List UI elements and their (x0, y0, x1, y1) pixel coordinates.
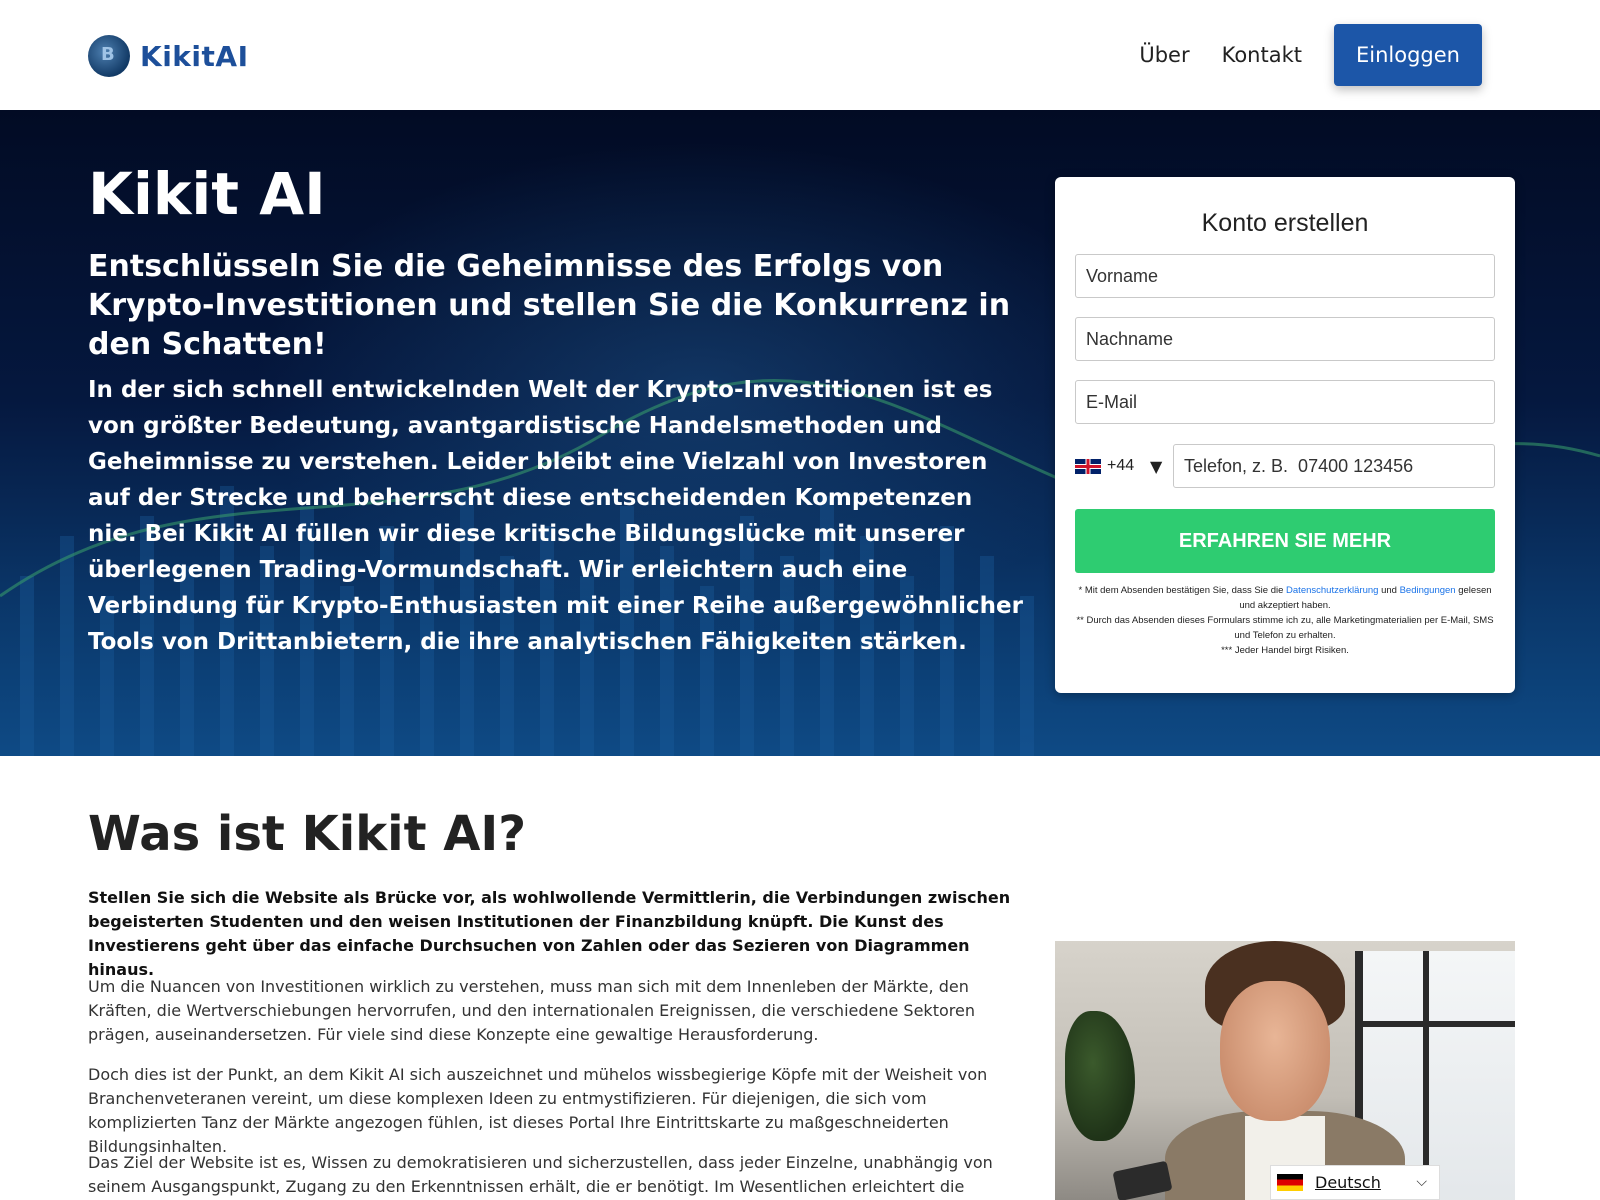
bitcoin-logo-icon (88, 35, 130, 77)
man-with-phone-photo (1055, 941, 1515, 1200)
disclaimer-text: und (1378, 585, 1400, 596)
last-name-field[interactable] (1075, 317, 1495, 361)
about-title: Was ist Kikit AI? (88, 806, 527, 862)
login-button[interactable]: Einloggen (1334, 24, 1482, 86)
germany-flag-icon (1277, 1174, 1303, 1191)
nav-about-link[interactable]: Über (1139, 43, 1189, 67)
risk-warning-text: *** Jeder Handel birgt Risiken. (1221, 645, 1349, 656)
terms-link[interactable]: Bedingungen (1400, 585, 1456, 596)
brand-logo[interactable]: KikitAI (88, 35, 249, 77)
privacy-policy-link[interactable]: Datenschutzerklärung (1286, 585, 1378, 596)
country-code-value: +44 (1107, 457, 1135, 474)
smartphone-shape (1112, 1160, 1173, 1200)
form-disclaimer: * Mit dem Absenden bestätigen Sie, dass … (1075, 583, 1495, 658)
language-label: Deutsch (1315, 1173, 1381, 1192)
phone-field[interactable] (1173, 444, 1495, 488)
hero-description: In der sich schnell entwickelnden Welt d… (88, 377, 1023, 655)
first-name-field[interactable] (1075, 254, 1495, 298)
hero-title: Kikit AI (88, 160, 326, 228)
about-paragraph-1: Um die Nuancen von Investitionen wirklic… (88, 977, 975, 1044)
signup-form-card: Konto erstellen +44 ▼ ERFAHREN SIE MEHR … (1055, 177, 1515, 693)
submit-button[interactable]: ERFAHREN SIE MEHR (1075, 509, 1495, 573)
disclaimer-text: * Mit dem Absenden bestätigen Sie, dass … (1078, 585, 1287, 596)
language-switcher[interactable]: Deutsch ⌵ (1270, 1165, 1440, 1200)
uk-flag-icon (1075, 458, 1101, 474)
plant-shape (1065, 1011, 1135, 1141)
person-face-shape (1220, 981, 1330, 1121)
hero-subtitle: Entschlüsseln Sie die Geheimnisse des Er… (88, 249, 1011, 362)
email-field[interactable] (1075, 380, 1495, 424)
dropdown-caret-icon[interactable]: ▼ (1150, 444, 1162, 488)
nav-contact-link[interactable]: Kontakt (1222, 43, 1302, 67)
site-header: KikitAI Über Kontakt Einloggen (0, 0, 1600, 110)
chevron-down-icon: ⌵ (1416, 1174, 1427, 1190)
about-paragraph-3: Das Ziel der Website ist es, Wissen zu d… (88, 1153, 993, 1196)
brand-name: KikitAI (140, 39, 249, 73)
form-title: Konto erstellen (1201, 209, 1369, 237)
main-nav: Über Kontakt Einloggen (1139, 24, 1482, 86)
marketing-consent-text: ** Durch das Absenden dieses Formulars s… (1076, 615, 1494, 641)
about-lead-paragraph: Stellen Sie sich die Website als Brücke … (88, 888, 1011, 979)
about-paragraph-2: Doch dies ist der Punkt, an dem Kikit AI… (88, 1065, 988, 1156)
